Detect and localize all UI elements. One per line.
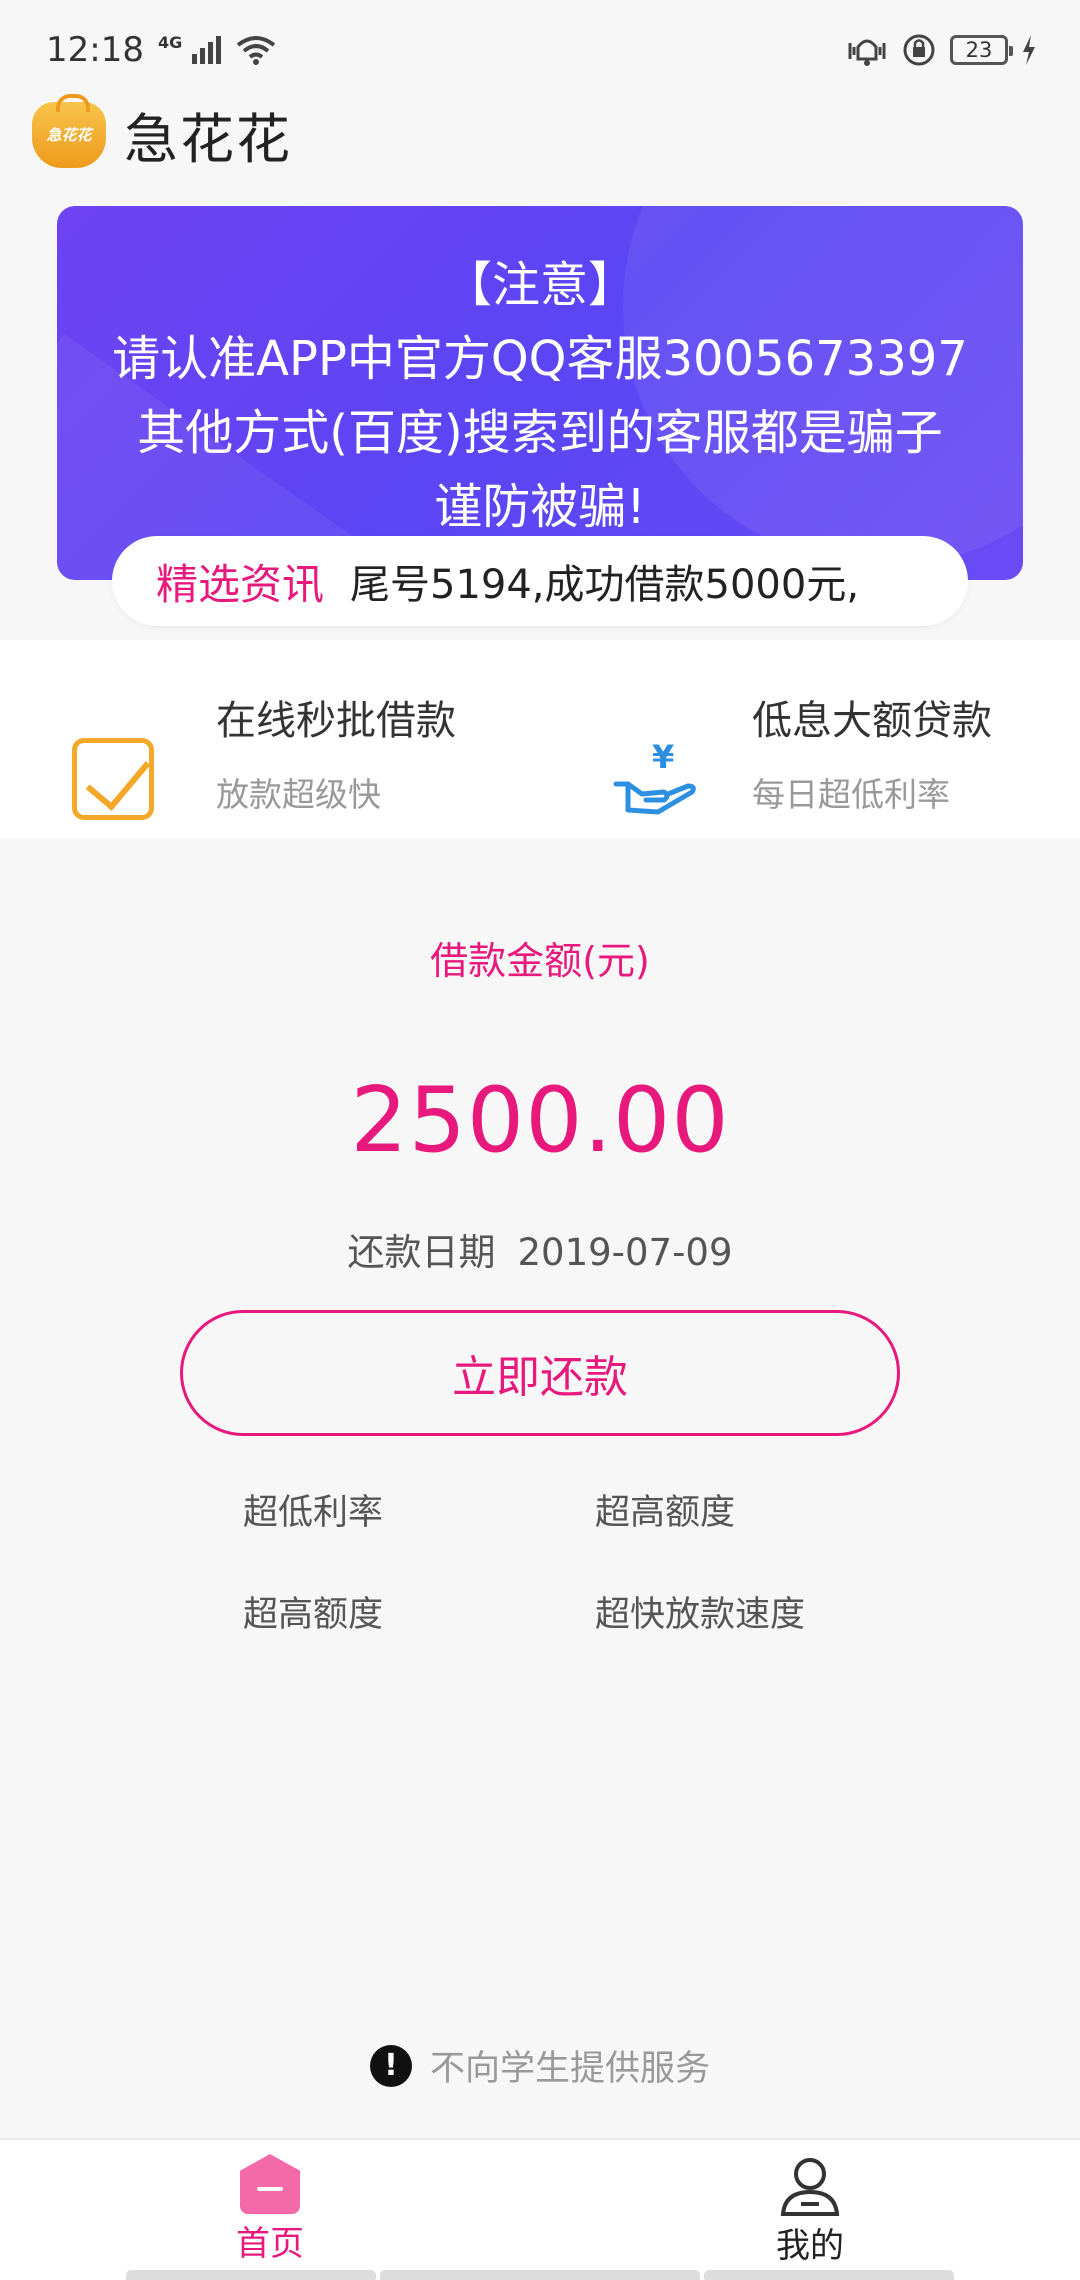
gesture-bar	[704, 2270, 954, 2280]
feature-text: 低息大额贷款 每日超低利率	[752, 688, 992, 818]
bottom-nav: 首页 我的	[0, 2138, 1080, 2280]
status-bar: 12:18 4G 23	[0, 0, 1080, 100]
student-notice: ! 不向学生提供服务	[0, 2040, 1080, 2091]
app-header: 急花花 急花花	[32, 93, 292, 174]
news-text: 尾号5194,成功借款5000元,	[350, 562, 860, 608]
perk-item: 超快放款速度	[595, 1595, 806, 1635]
charging-icon	[1023, 35, 1035, 65]
news-label: 精选资讯	[156, 559, 325, 609]
checkbox-icon	[72, 738, 154, 820]
repay-now-button[interactable]: 立即还款	[180, 1310, 900, 1436]
user-icon	[780, 2158, 840, 2216]
feature-subtitle: 放款超级快	[216, 775, 381, 814]
due-date-value: 2019-07-09	[517, 1231, 733, 1274]
nav-mine-label: 我的	[776, 2226, 844, 2266]
loan-amount-value: 2500.00	[350, 1068, 730, 1173]
notice-line: 请认准APP中官方QQ客服3005673397	[112, 331, 968, 387]
student-notice-text: 不向学生提供服务	[429, 2049, 710, 2089]
gesture-bar	[380, 2270, 700, 2280]
network-type: 4G	[157, 33, 183, 52]
nav-home-label: 首页	[236, 2224, 304, 2264]
due-date-label: 还款日期	[347, 1231, 496, 1274]
gesture-bar	[126, 2270, 376, 2280]
home-icon	[240, 2154, 300, 2214]
feature-online-approval[interactable]: 在线秒批借款 放款超级快	[72, 688, 456, 820]
svg-text:¥: ¥	[652, 738, 674, 776]
notice-line: 谨防被骗!	[434, 479, 646, 535]
notice-banner: 【注意】 请认准APP中官方QQ客服3005673397 其他方式(百度)搜索到…	[57, 206, 1023, 580]
battery-icon: 23	[950, 35, 1013, 65]
perk-item: 超低利率	[243, 1493, 384, 1533]
status-right: 23	[846, 33, 1036, 67]
app-logo: 急花花	[32, 93, 106, 168]
wifi-icon	[237, 36, 276, 65]
nav-mine[interactable]: 我的	[740, 2154, 880, 2267]
vibrate-icon	[848, 39, 886, 66]
logo-text: 急花花	[46, 126, 92, 144]
battery-level: 23	[965, 38, 993, 62]
alarm-icon	[903, 34, 935, 66]
loan-amount-label: 借款金额(元)	[430, 939, 650, 983]
due-date-row: 还款日期 2019-07-09	[0, 1222, 1080, 1276]
perk-item: 超高额度	[243, 1595, 384, 1635]
feature-text: 在线秒批借款 放款超级快	[216, 688, 456, 820]
signal-icon	[192, 36, 222, 64]
exclamation-icon: !	[369, 2044, 412, 2087]
notice-line: 其他方式(百度)搜索到的客服都是骗子	[137, 405, 943, 461]
status-left: 12:18 4G	[46, 30, 276, 70]
notice-line: 【注意】	[443, 257, 636, 313]
feature-title: 低息大额贷款	[752, 698, 992, 744]
feature-low-interest[interactable]: ¥ 低息大额贷款 每日超低利率	[612, 688, 992, 818]
yen-hand-icon: ¥	[613, 738, 696, 815]
perk-item: 超高额度	[595, 1493, 736, 1533]
news-ticker[interactable]: 精选资讯 尾号5194,成功借款5000元,	[112, 536, 968, 626]
app-title: 急花花	[124, 108, 292, 171]
clock: 12:18	[46, 30, 144, 70]
nav-home[interactable]: 首页	[200, 2154, 340, 2265]
features-section: 在线秒批借款 放款超级快 ¥ 低息大额贷款 每日超低利率	[0, 640, 1080, 838]
feature-title: 在线秒批借款	[216, 698, 456, 744]
feature-subtitle: 每日超低利率	[752, 775, 950, 814]
